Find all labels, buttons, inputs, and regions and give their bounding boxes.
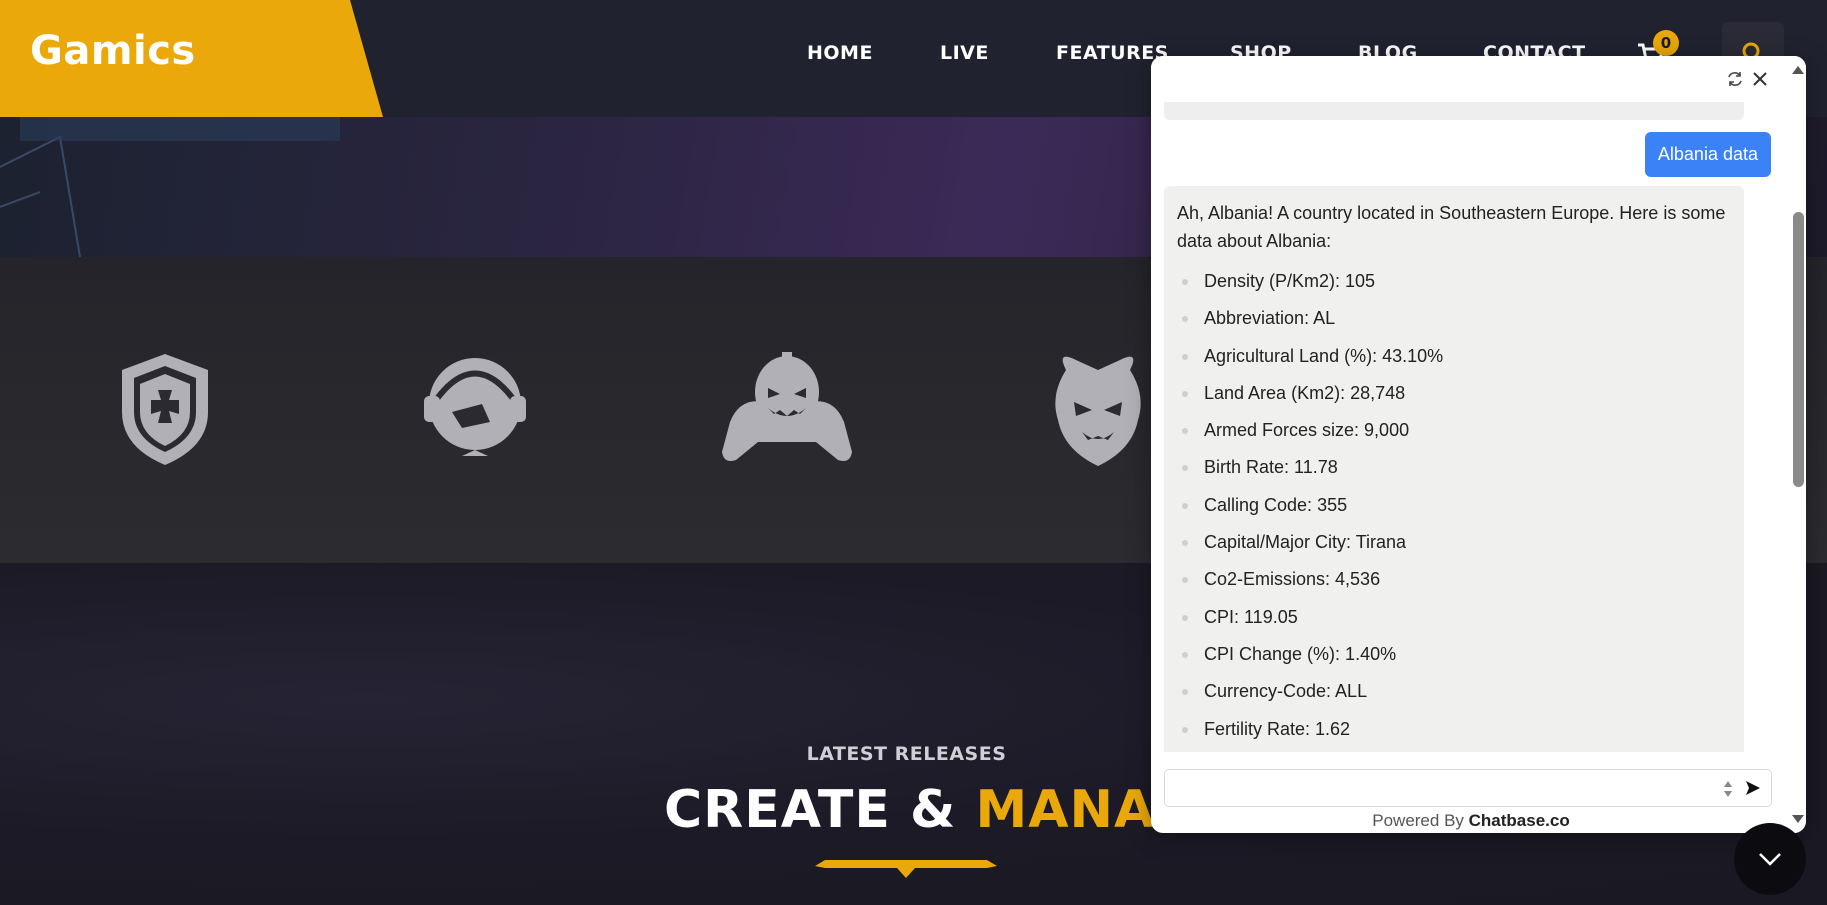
chat-messages[interactable]: Albania data Ah, Albania! A country loca… (1151, 102, 1791, 752)
pumpkin-controller-logo-icon (722, 352, 852, 461)
shield-cross-logo-icon (122, 354, 208, 465)
list-item: CPI Change (%): 1.40% (1177, 640, 1731, 677)
hero-decoration (0, 117, 340, 257)
chevron-down-icon (1759, 853, 1781, 866)
chat-toggle-button[interactable] (1734, 823, 1806, 895)
list-item: Fertility Rate: 1.62 (1177, 715, 1731, 752)
list-item: Abbreviation: AL (1177, 304, 1731, 341)
title-divider-ornament (815, 860, 997, 878)
demon-head-logo-icon (1055, 356, 1141, 466)
chat-header (1151, 56, 1806, 102)
refresh-icon[interactable] (1726, 70, 1744, 88)
powered-by: Powered By Chatbase.co (1151, 811, 1791, 831)
powered-by-prefix: Powered By (1372, 811, 1469, 830)
gamer-headset-logo-icon (424, 358, 526, 456)
list-item: Density (P/Km2): 105 (1177, 267, 1731, 304)
bot-message: Ah, Albania! A country located in Southe… (1164, 186, 1744, 752)
list-item: CPI: 119.05 (1177, 603, 1731, 640)
list-item: Armed Forces size: 9,000 (1177, 416, 1731, 453)
scroll-down-arrow-icon[interactable] (1792, 815, 1804, 823)
list-item: Agricultural Land (%): 43.10% (1177, 342, 1731, 379)
nav-live[interactable]: LIVE (940, 42, 989, 64)
list-item: Birth Rate: 11.78 (1177, 453, 1731, 490)
list-item: Currency-Code: ALL (1177, 677, 1731, 714)
nav-home[interactable]: HOME (807, 42, 873, 64)
section-title-white: CREATE & (664, 780, 976, 840)
bot-message-intro: Ah, Albania! A country located in Southe… (1177, 203, 1726, 251)
close-icon[interactable] (1750, 69, 1770, 89)
send-icon[interactable] (1745, 780, 1761, 796)
scroll-up-arrow-icon[interactable] (1792, 66, 1804, 74)
powered-by-brand[interactable]: Chatbase.co (1469, 811, 1570, 830)
bot-data-list: Density (P/Km2): 105 Abbreviation: AL Ag… (1177, 267, 1731, 752)
list-item: Calling Code: 355 (1177, 491, 1731, 528)
previous-bot-message (1164, 102, 1744, 120)
chat-scrollbar[interactable] (1791, 56, 1806, 833)
list-item: Capital/Major City: Tirana (1177, 528, 1731, 565)
chat-input[interactable] (1173, 776, 1713, 800)
scroll-thumb[interactable] (1793, 212, 1804, 487)
list-item: Land Area (Km2): 28,748 (1177, 379, 1731, 416)
chat-input-box[interactable] (1164, 769, 1772, 807)
user-message: Albania data (1644, 132, 1771, 177)
chat-widget: Albania data Ah, Albania! A country loca… (1151, 56, 1806, 833)
list-item: Co2-Emissions: 4,536 (1177, 565, 1731, 602)
stepper-arrows-icon[interactable] (1723, 779, 1733, 799)
cart-count-badge: 0 (1653, 30, 1679, 56)
section-title: CREATE & MANAGE (664, 780, 1235, 840)
